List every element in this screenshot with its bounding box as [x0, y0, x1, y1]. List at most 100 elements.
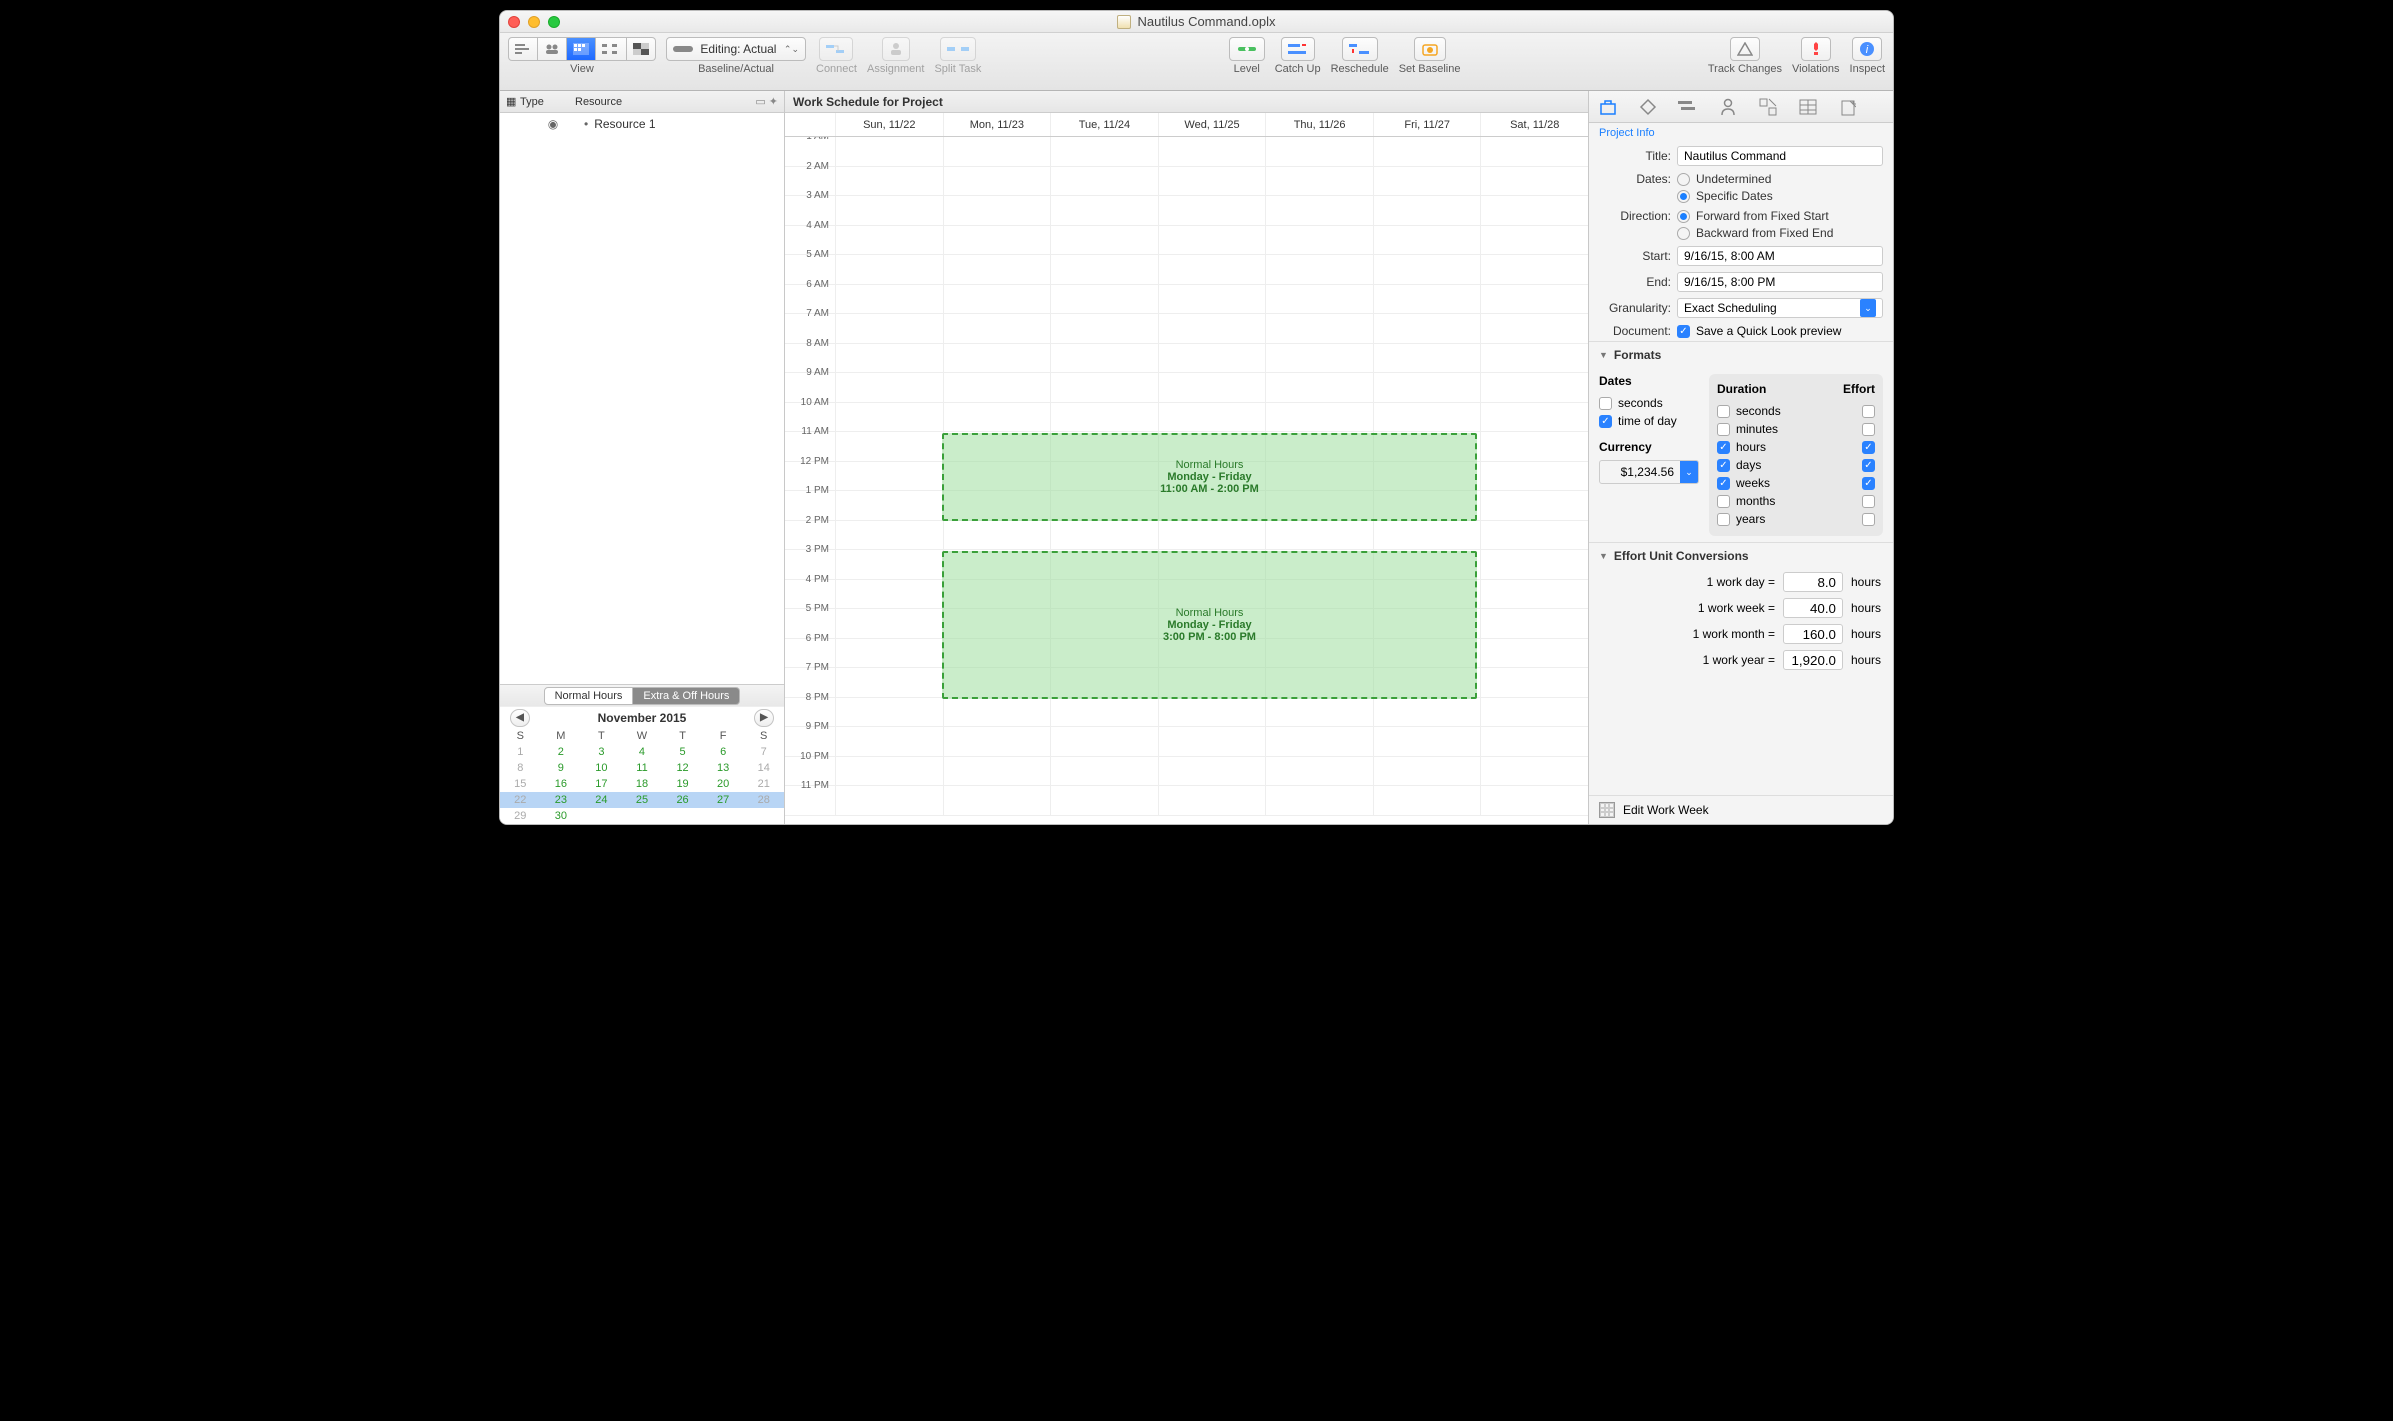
eff-days[interactable] — [1862, 459, 1875, 472]
cal-day[interactable]: 3 — [581, 744, 622, 760]
radio-undetermined[interactable]: Undetermined — [1677, 172, 1773, 186]
cal-day[interactable]: 26 — [662, 792, 703, 808]
inspector-tab-table[interactable] — [1797, 96, 1819, 118]
cal-day[interactable]: 11 — [622, 760, 663, 776]
cal-prev-button[interactable]: ◀ — [510, 709, 530, 727]
cal-next-button[interactable]: ▶ — [754, 709, 774, 727]
cal-day[interactable]: 23 — [541, 792, 582, 808]
eff-seconds[interactable] — [1862, 405, 1875, 418]
radio-specific[interactable]: Specific Dates — [1677, 189, 1773, 203]
inspector-tab-custom[interactable] — [1757, 96, 1779, 118]
eff-minutes[interactable] — [1862, 423, 1875, 436]
split-task-button[interactable] — [940, 37, 976, 61]
cal-day[interactable]: 14 — [743, 760, 784, 776]
cal-day[interactable] — [662, 808, 703, 824]
tab-extra-off-hours[interactable]: Extra & Off Hours — [633, 687, 740, 705]
dur-months[interactable] — [1717, 495, 1730, 508]
eff-years[interactable] — [1862, 513, 1875, 526]
eff-months[interactable] — [1862, 495, 1875, 508]
cal-day[interactable]: 16 — [541, 776, 582, 792]
cal-day[interactable]: 25 — [622, 792, 663, 808]
cal-day[interactable]: 17 — [581, 776, 622, 792]
cal-day[interactable] — [581, 808, 622, 824]
view-resources-button[interactable] — [538, 37, 567, 61]
resource-item[interactable]: ◉ • Resource 1 — [500, 113, 784, 135]
reschedule-button[interactable] — [1342, 37, 1378, 61]
cal-day[interactable]: 6 — [703, 744, 744, 760]
catchup-button[interactable] — [1281, 37, 1315, 61]
connect-button[interactable] — [819, 37, 853, 61]
cal-day[interactable]: 30 — [541, 808, 582, 824]
cal-day[interactable]: 18 — [622, 776, 663, 792]
quicklook-checkbox[interactable] — [1677, 325, 1690, 338]
tab-normal-hours[interactable]: Normal Hours — [544, 687, 634, 705]
formats-disclosure[interactable]: ▼Formats — [1589, 341, 1893, 368]
cal-day[interactable]: 13 — [703, 760, 744, 776]
cal-day[interactable]: 8 — [500, 760, 541, 776]
radio-backward[interactable]: Backward from Fixed End — [1677, 226, 1833, 240]
cal-day[interactable]: 15 — [500, 776, 541, 792]
eff-weeks[interactable] — [1862, 477, 1875, 490]
view-styles-button[interactable] — [627, 37, 656, 61]
baseline-actual-dropdown[interactable]: Editing: Actual ⌃⌄ — [666, 37, 806, 61]
cal-day[interactable]: 2 — [541, 744, 582, 760]
dur-weeks[interactable] — [1717, 477, 1730, 490]
dur-hours[interactable] — [1717, 441, 1730, 454]
cal-day[interactable]: 1 — [500, 744, 541, 760]
cal-day[interactable]: 22 — [500, 792, 541, 808]
inspector-tab-milestones[interactable] — [1637, 96, 1659, 118]
title-field[interactable] — [1677, 146, 1883, 166]
cal-day[interactable]: 24 — [581, 792, 622, 808]
cal-day[interactable]: 28 — [743, 792, 784, 808]
cal-day[interactable] — [743, 808, 784, 824]
inspector-tab-project[interactable] — [1597, 96, 1619, 118]
calendar-days[interactable]: 1234567891011121314151617181920212223242… — [500, 744, 784, 824]
cal-day[interactable]: 27 — [703, 792, 744, 808]
cal-day[interactable] — [622, 808, 663, 824]
inspect-button[interactable]: i — [1852, 37, 1882, 61]
end-field[interactable] — [1677, 272, 1883, 292]
inspector-tab-styles[interactable] — [1677, 96, 1699, 118]
dur-days[interactable] — [1717, 459, 1730, 472]
edit-work-week[interactable]: Edit Work Week — [1589, 795, 1893, 824]
view-network-button[interactable] — [596, 37, 627, 61]
cal-day[interactable]: 21 — [743, 776, 784, 792]
granularity-select[interactable]: Exact Scheduling⌄ — [1677, 298, 1883, 318]
level-button[interactable] — [1229, 37, 1265, 61]
eff-hours[interactable] — [1862, 441, 1875, 454]
inspector-tab-resource[interactable] — [1717, 96, 1739, 118]
cal-day[interactable] — [703, 808, 744, 824]
chk-tod[interactable] — [1599, 415, 1612, 428]
effort-conv-disclosure[interactable]: ▼Effort Unit Conversions — [1589, 542, 1893, 569]
currency-field[interactable]: $1,234.56⌄ — [1599, 460, 1699, 484]
cal-day[interactable]: 9 — [541, 760, 582, 776]
cal-day[interactable]: 12 — [662, 760, 703, 776]
inspector-tab-export[interactable] — [1837, 96, 1859, 118]
violations-button[interactable] — [1801, 37, 1831, 61]
cal-day[interactable]: 20 — [703, 776, 744, 792]
cal-day[interactable]: 5 — [662, 744, 703, 760]
dur-seconds[interactable] — [1717, 405, 1730, 418]
track-changes-button[interactable] — [1730, 37, 1760, 61]
assignment-button[interactable] — [882, 37, 910, 61]
conv-week[interactable] — [1783, 598, 1843, 618]
cal-day[interactable]: 7 — [743, 744, 784, 760]
start-field[interactable] — [1677, 246, 1883, 266]
cal-day[interactable]: 10 — [581, 760, 622, 776]
chk-seconds[interactable] — [1599, 397, 1612, 410]
conv-day[interactable] — [1783, 572, 1843, 592]
cal-day[interactable]: 29 — [500, 808, 541, 824]
radio-forward[interactable]: Forward from Fixed Start — [1677, 209, 1833, 223]
view-calendar-button[interactable] — [567, 37, 596, 61]
dur-years[interactable] — [1717, 513, 1730, 526]
work-block-2[interactable]: Normal Hours Monday - Friday 3:00 PM - 8… — [942, 551, 1477, 699]
set-baseline-button[interactable] — [1414, 37, 1446, 61]
dur-minutes[interactable] — [1717, 423, 1730, 436]
work-block-1[interactable]: Normal Hours Monday - Friday 11:00 AM - … — [942, 433, 1477, 521]
cal-day[interactable]: 19 — [662, 776, 703, 792]
cal-day[interactable]: 4 — [622, 744, 663, 760]
conv-year[interactable] — [1783, 650, 1843, 670]
conv-month[interactable] — [1783, 624, 1843, 644]
schedule-grid[interactable]: 1 AM2 AM3 AM4 AM5 AM6 AM7 AM8 AM9 AM10 A… — [785, 137, 1588, 824]
view-gantt-button[interactable] — [508, 37, 538, 61]
